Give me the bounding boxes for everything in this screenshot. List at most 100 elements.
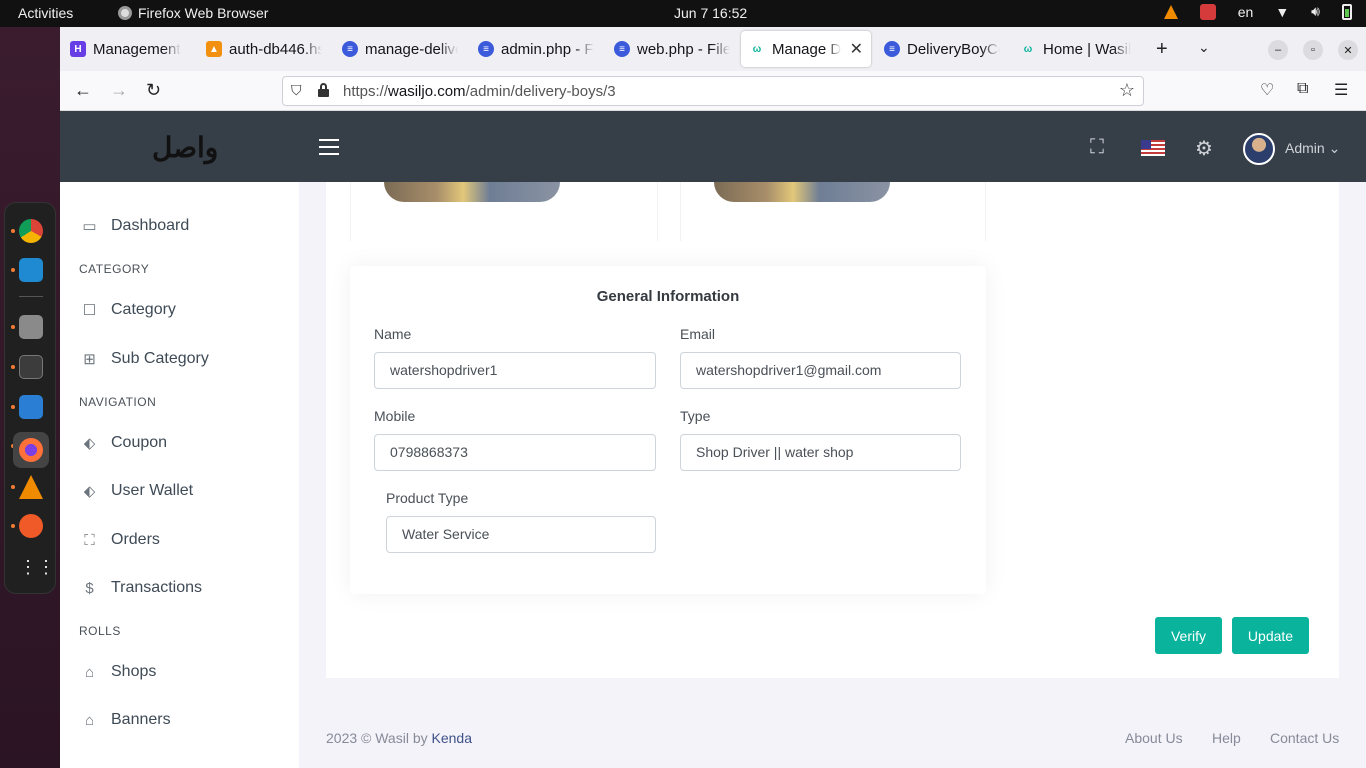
sidebar-item-label: Category [111, 301, 176, 318]
running-indicator [11, 325, 15, 329]
menu-hamburger-icon[interactable]: ☰ [1334, 80, 1348, 100]
name-label: Name [374, 326, 412, 342]
system-tray[interactable]: en ▼ 🔊︎ [1163, 3, 1352, 20]
app-name: Firefox Web Browser [138, 5, 269, 21]
app-grid-icon[interactable]: ⋮⋮⋮ [19, 555, 73, 579]
dock-separator [19, 296, 43, 297]
new-tab-button[interactable]: + [1156, 38, 1168, 61]
tag-icon: ⬖ [83, 435, 96, 452]
tab-phpmyadmin[interactable]: ▲ auth-db446.hs [198, 31, 330, 67]
back-arrow-icon[interactable]: ← [74, 80, 92, 101]
app-menu[interactable]: Firefox Web Browser [118, 5, 268, 21]
sidebar-item-sub-category[interactable]: ⊞ Sub Category [82, 350, 209, 368]
close-window-button[interactable]: ✕ [1338, 40, 1358, 60]
sidebar-section-rolls: ROLLS [79, 624, 121, 638]
volume-icon[interactable]: 🔊︎ [1311, 3, 1320, 20]
extensions-icon[interactable]: ⧉ [1297, 80, 1308, 98]
pocket-icon[interactable]: ♡ [1260, 80, 1274, 100]
chrome-icon[interactable] [19, 219, 43, 243]
tab-deliveryboy[interactable]: ≡ DeliveryBoyCo [876, 31, 1008, 67]
minimize-button[interactable]: – [1268, 40, 1288, 60]
clock[interactable]: Jun 7 16:52 [674, 5, 747, 21]
name-field[interactable]: watershopdriver1 [374, 352, 656, 389]
author-link[interactable]: Kenda [432, 730, 472, 746]
sidebar-item-banners[interactable]: ⌂ Banners [82, 711, 171, 729]
gear-icon[interactable]: ⚙ [1195, 136, 1213, 161]
sidebar-item-dashboard[interactable]: ▭ Dashboard [82, 217, 189, 235]
anydesk-tray-icon[interactable] [1199, 3, 1216, 20]
firefox-dock-icon[interactable] [19, 438, 43, 462]
tab-label: manage-delive [365, 40, 458, 58]
tab-label: Manage Del [772, 40, 841, 58]
running-indicator [11, 229, 15, 233]
us-flag-icon[interactable] [1141, 140, 1165, 156]
mobile-field[interactable]: 0798868373 [374, 434, 656, 471]
sidebar-item-category[interactable]: ☐ Category [82, 301, 176, 319]
tab-label: admin.php - Fi [501, 40, 594, 58]
monitor-icon: ▭ [82, 218, 97, 235]
sidebar-item-orders[interactable]: ⛶ Orders [82, 531, 160, 549]
wifi-icon[interactable]: ▼ [1275, 4, 1289, 20]
tab-label: web.php - File [637, 40, 730, 58]
contact-us-link[interactable]: Contact Us [1270, 730, 1339, 746]
url-bar[interactable]: ⛉ https://wasiljo.com/admin/delivery-boy… [282, 76, 1144, 106]
avatar[interactable] [1243, 133, 1275, 165]
sidebar-item-label: Banners [111, 711, 171, 728]
file-icon: ≡ [884, 41, 900, 57]
email-field[interactable]: watershopdriver1@gmail.com [680, 352, 961, 389]
square-icon: ☐ [82, 302, 97, 319]
user-menu[interactable]: Admin ⌄ [1285, 140, 1340, 157]
sidebar-toggle-icon[interactable] [319, 139, 339, 155]
close-tab-icon[interactable]: ✕ [850, 39, 863, 59]
email-label: Email [680, 326, 716, 342]
sidebar-item-label: Sub Category [111, 350, 209, 367]
vlc-tray-icon[interactable] [1163, 4, 1178, 19]
bookmark-star-icon[interactable]: ☆ [1119, 80, 1135, 101]
update-button[interactable]: Update [1232, 617, 1309, 654]
tab-manage-delivery[interactable]: ≡ manage-delive [334, 31, 466, 67]
wasil-logo[interactable]: واصل [152, 131, 219, 164]
tab-management[interactable]: H Management [62, 31, 194, 67]
files-icon[interactable] [19, 315, 43, 339]
app-header: واصل ⛶ ⚙ Admin ⌄ [60, 111, 1366, 182]
running-indicator [11, 485, 15, 489]
tab-admin-php[interactable]: ≡ admin.php - Fi [470, 31, 602, 67]
sidebar-item-transactions[interactable]: $ Transactions [82, 579, 202, 597]
help-link[interactable]: Help [1212, 730, 1241, 746]
battery-icon[interactable] [1342, 3, 1352, 20]
phpmyadmin-icon: ▲ [206, 41, 222, 57]
sidebar-item-shops[interactable]: ⌂ Shops [82, 663, 156, 681]
language-indicator[interactable]: en [1238, 4, 1254, 20]
tab-manage-del-active[interactable]: ω Manage Del ✕ [741, 31, 871, 67]
url-text[interactable]: https://wasiljo.com/admin/delivery-boys/… [343, 83, 616, 100]
reload-icon[interactable]: ↻ [146, 80, 161, 101]
vscode-icon[interactable] [19, 258, 43, 282]
mobile-label: Mobile [374, 408, 416, 424]
tab-web-php[interactable]: ≡ web.php - File [606, 31, 738, 67]
terminal-icon[interactable] [19, 355, 43, 379]
sidebar-section-navigation: NAVIGATION [79, 395, 157, 409]
verify-button[interactable]: Verify [1155, 617, 1222, 654]
tab-home-wasil[interactable]: ω Home | Wasil [1012, 31, 1144, 67]
postman-icon[interactable] [19, 514, 43, 538]
list-tabs-chevron-icon[interactable]: ⌄ [1198, 39, 1210, 56]
sidebar-item-user-wallet[interactable]: ⬖ User Wallet [82, 482, 193, 500]
fullscreen-icon[interactable]: ⛶ [1090, 136, 1104, 159]
product-type-field[interactable]: Water Service [386, 516, 656, 553]
running-indicator [11, 524, 15, 528]
maximize-button[interactable]: ▫ [1303, 40, 1323, 60]
forward-arrow-icon[interactable]: → [110, 80, 128, 101]
running-indicator [11, 405, 15, 409]
tag-icon: ⬖ [83, 483, 96, 500]
dollar-icon: $ [85, 579, 94, 597]
file-icon: ≡ [342, 41, 358, 57]
writer-icon[interactable] [19, 395, 43, 419]
tracking-shield-icon[interactable]: ⛉ [291, 82, 302, 99]
lock-icon[interactable] [318, 83, 329, 97]
type-field[interactable]: Shop Driver || water shop [680, 434, 961, 471]
vlc-dock-icon[interactable] [19, 475, 43, 499]
sidebar-item-label: Dashboard [111, 217, 190, 234]
activities-button[interactable]: Activities [18, 5, 73, 21]
sidebar-item-coupon[interactable]: ⬖ Coupon [82, 434, 167, 452]
about-us-link[interactable]: About Us [1125, 730, 1183, 746]
